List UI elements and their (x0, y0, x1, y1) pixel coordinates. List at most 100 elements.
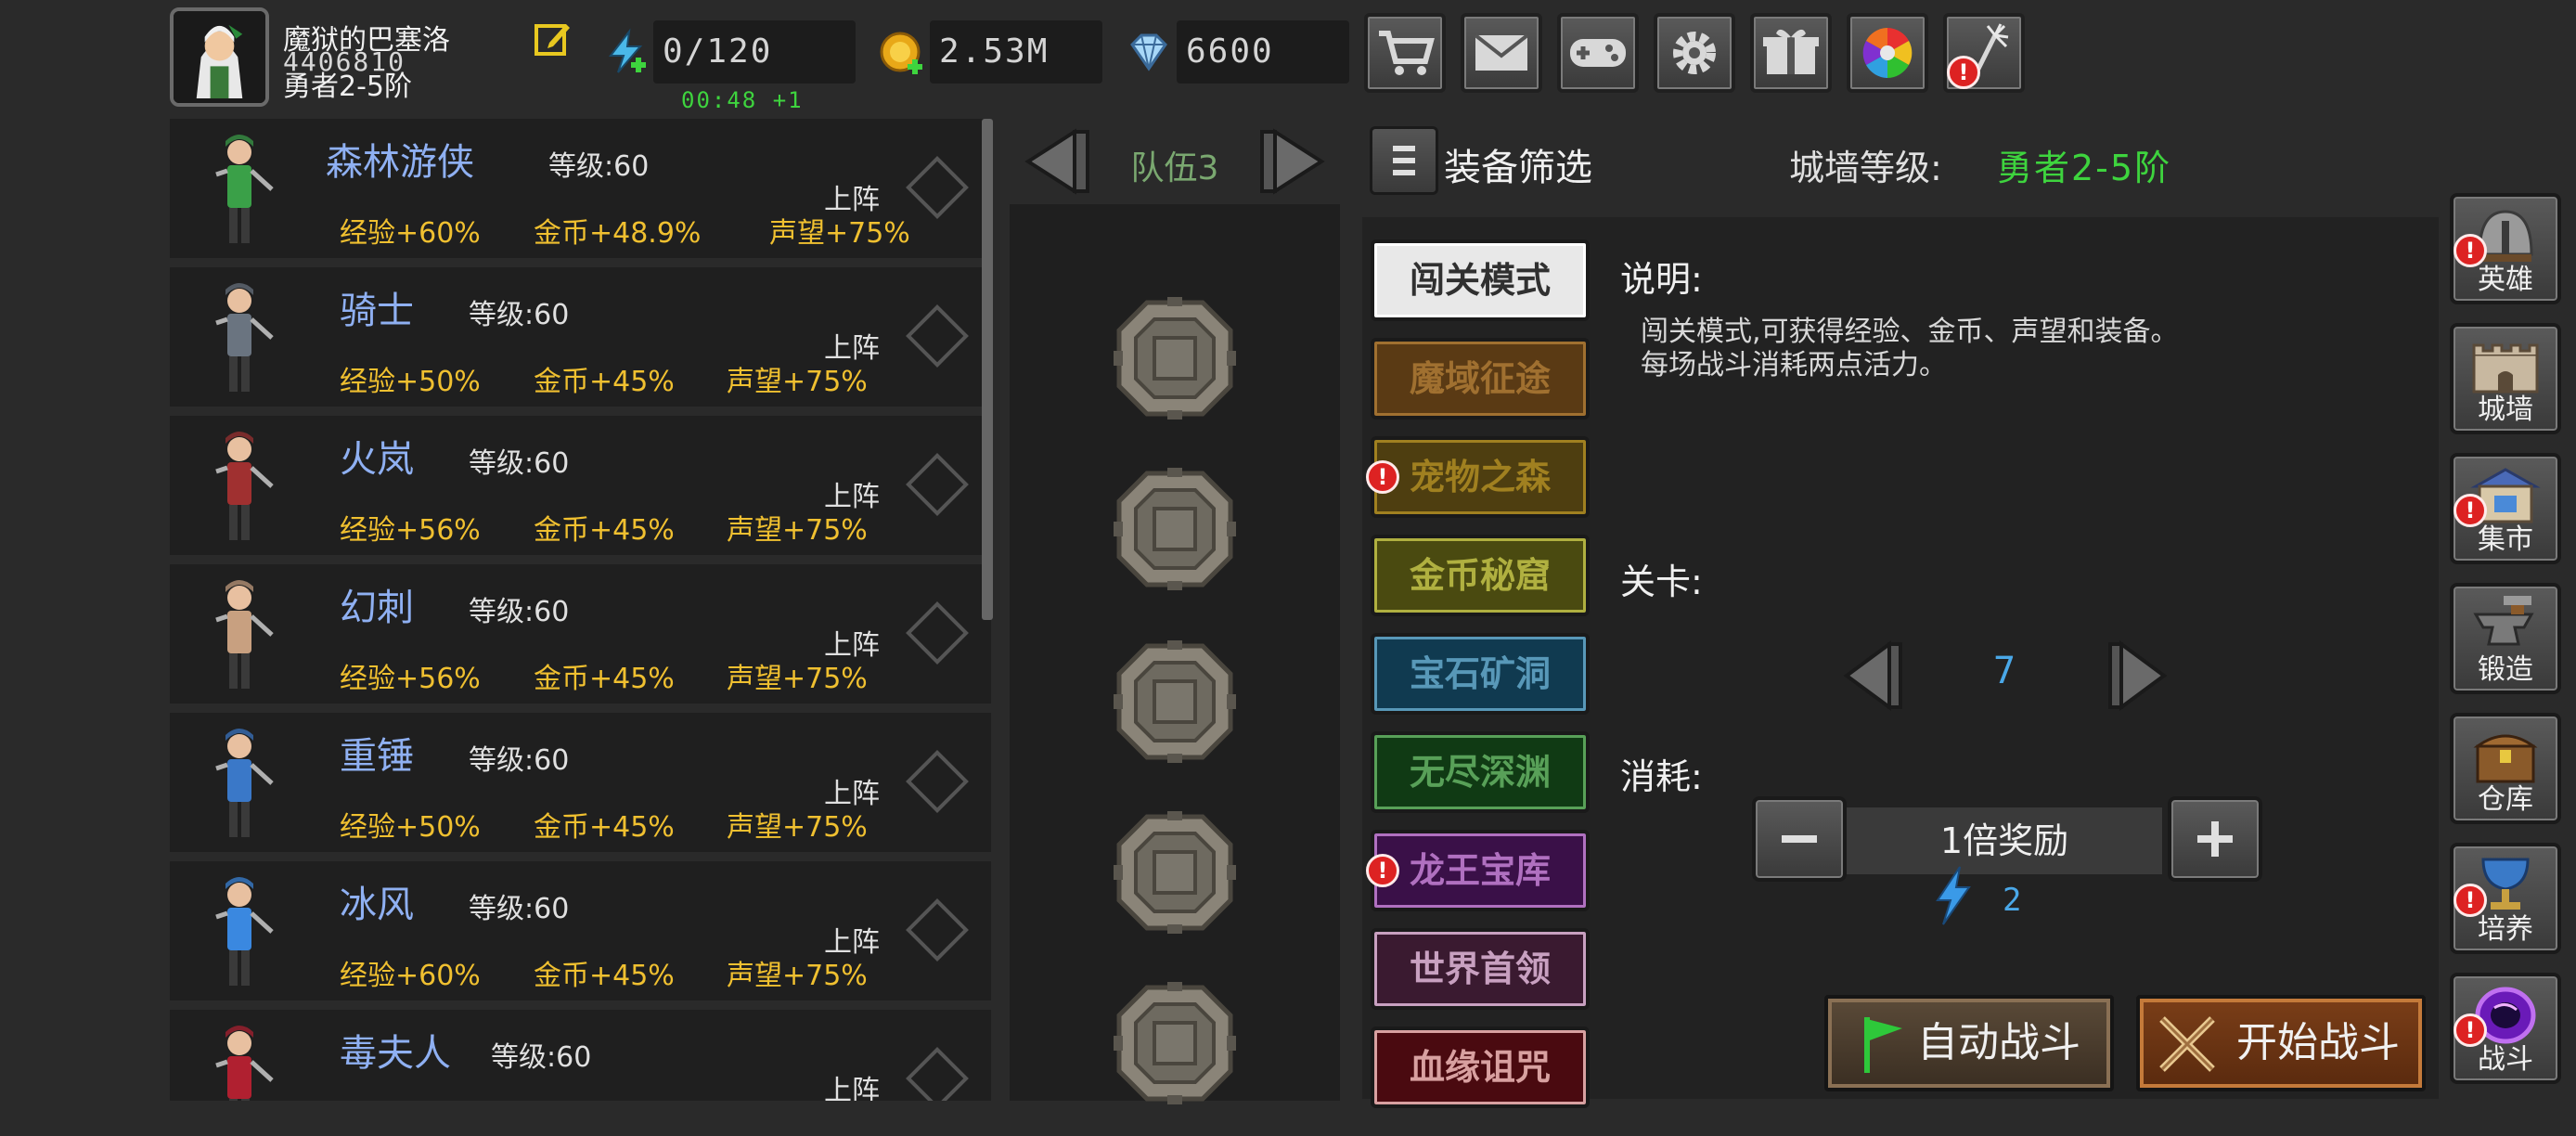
hero-name: 毒夫人 (340, 1032, 451, 1075)
hero-row[interactable]: 骑士 等级:60 经验+50% 金币+45% 声望+75% 上阵 (170, 267, 991, 407)
flag-icon (1864, 1017, 1902, 1073)
team-slot[interactable] (1110, 978, 1240, 1108)
hero-row[interactable]: 火岚 等级:60 经验+56% 金币+45% 声望+75% 上阵 (170, 416, 991, 555)
edit-icon (535, 24, 570, 56)
hero-level: 等级:60 (469, 447, 570, 480)
settings-button[interactable] (1654, 13, 1735, 93)
gear-icon (1673, 32, 1716, 74)
gift-button[interactable] (1750, 13, 1832, 93)
side-nav-market[interactable]: 集市! (2450, 453, 2561, 564)
next-stage-button[interactable] (2103, 637, 2173, 715)
deploy-label[interactable]: 上阵 (824, 176, 880, 217)
start-battle-button[interactable]: 开始战斗 (2136, 995, 2426, 1091)
hero-row[interactable]: 幻刺 等级:60 经验+56% 金币+45% 声望+75% 上阵 (170, 564, 991, 704)
hero-row[interactable]: 冰风 等级:60 经验+60% 金币+45% 声望+75% 上阵 (170, 861, 991, 1000)
increase-multiplier-button[interactable] (2168, 796, 2262, 882)
next-team-button[interactable] (1255, 119, 1340, 204)
hero-level: 等级:60 (491, 1041, 592, 1074)
arrow-left-icon (1024, 128, 1089, 195)
mode-button[interactable]: 金币秘窟 (1371, 535, 1590, 616)
deploy-diamond-icon[interactable] (906, 750, 969, 813)
side-nav-anvil[interactable]: 锻造 (2450, 583, 2561, 694)
arrow-left-icon (1843, 640, 1902, 711)
deploy-label[interactable]: 上阵 (824, 473, 880, 514)
start-battle-label: 开始战斗 (2236, 1019, 2400, 1066)
mode-button[interactable]: 无尽深渊 (1371, 731, 1590, 813)
hero-gold-bonus: 金币+45% (534, 514, 675, 547)
color-wheel-button[interactable] (1847, 13, 1928, 93)
side-nav-helmet[interactable]: 英雄! (2450, 193, 2561, 304)
hero-portrait-icon (188, 277, 290, 397)
color-wheel-icon (1862, 28, 1913, 78)
hero-level: 等级:60 (469, 596, 570, 628)
equipment-filter-button[interactable] (1370, 126, 1438, 195)
deploy-diamond-icon[interactable] (906, 1047, 969, 1101)
stage-label: 关卡: (1620, 562, 1703, 602)
deploy-label[interactable]: 上阵 (824, 919, 880, 960)
empty-slot-icon (1114, 982, 1236, 1104)
team-slots-panel (1010, 119, 1340, 1101)
mode-label: 魔域征途 (1409, 358, 1551, 399)
deploy-label[interactable]: 上阵 (824, 325, 880, 366)
side-nav-portal[interactable]: 战斗! (2450, 973, 2561, 1084)
player-avatar[interactable] (170, 7, 269, 107)
prev-stage-button[interactable] (1837, 637, 1908, 715)
wall-level-label: 城墙等级: (1789, 148, 1942, 188)
hero-gold-bonus: 金币+45% (534, 811, 675, 844)
hero-portrait-icon (188, 425, 290, 546)
hero-exp-bonus: 经验+60% (340, 217, 481, 250)
shop-button[interactable] (1364, 13, 1446, 93)
mode-button[interactable]: 宝石矿洞 (1371, 633, 1590, 715)
side-nav-label: 城墙 (2478, 394, 2533, 426)
stage-number: 7 (1992, 650, 2016, 692)
decrease-multiplier-button[interactable] (1752, 796, 1847, 882)
mode-button[interactable]: 魔域征途 (1371, 338, 1590, 420)
mail-button[interactable] (1461, 13, 1542, 93)
hero-row[interactable]: 毒夫人 等级:60 上阵 (170, 1010, 991, 1101)
hero-exp-bonus: 经验+60% (340, 960, 481, 992)
mode-button[interactable]: 血缘诅咒 (1371, 1026, 1590, 1108)
side-nav-chest[interactable]: 仓库 (2450, 713, 2561, 824)
hero-gold-bonus: 金币+45% (534, 663, 675, 695)
deploy-diamond-icon[interactable] (906, 601, 969, 665)
side-nav-chalice[interactable]: 培养! (2450, 843, 2561, 954)
side-nav-alert-icon: ! (2454, 1013, 2487, 1047)
deploy-diamond-icon[interactable] (906, 453, 969, 516)
hero-row[interactable]: 重锤 等级:60 经验+50% 金币+45% 声望+75% 上阵 (170, 713, 991, 852)
side-nav-label: 锻造 (2478, 653, 2533, 686)
energy-cost-icon (1932, 865, 1975, 926)
team-slot[interactable] (1110, 293, 1240, 423)
deploy-label[interactable]: 上阵 (824, 622, 880, 663)
mode-label: 血缘诅咒 (1409, 1047, 1551, 1088)
deploy-diamond-icon[interactable] (906, 898, 969, 962)
deploy-label[interactable]: 上阵 (824, 770, 880, 811)
hero-name: 冰风 (340, 884, 414, 926)
auto-battle-button[interactable]: 自动战斗 (1824, 995, 2114, 1091)
gamepad-button[interactable] (1557, 13, 1639, 93)
deploy-diamond-icon[interactable] (906, 156, 969, 219)
mode-button[interactable]: 闯关模式 (1371, 239, 1590, 321)
gamepad-icon (1570, 39, 1626, 67)
hero-list-scrollbar[interactable] (982, 119, 993, 620)
edit-name-button[interactable] (533, 19, 573, 59)
team-slot[interactable] (1110, 807, 1240, 937)
hero-list[interactable]: 森林游侠 等级:60 经验+60% 金币+48.9% 声望+75% 上阵 骑士 等级:60 经验… (170, 119, 991, 1101)
prev-team-button[interactable] (1010, 119, 1095, 204)
side-nav-castle[interactable]: 城墙 (2450, 323, 2561, 434)
deploy-label[interactable]: 上阵 (824, 1067, 880, 1101)
hero-exp-bonus: 经验+50% (340, 366, 481, 398)
side-nav-alert-icon: ! (2454, 884, 2487, 917)
description-heading: 说明: (1620, 259, 1703, 300)
team-slot[interactable] (1110, 637, 1240, 767)
hero-portrait-icon (188, 128, 290, 249)
hero-row[interactable]: 森林游侠 等级:60 经验+60% 金币+48.9% 声望+75% 上阵 (170, 119, 991, 258)
deploy-diamond-icon[interactable] (906, 304, 969, 368)
mode-button[interactable]: 世界首领 (1371, 928, 1590, 1010)
energy-cost-value: 2 (2003, 882, 2022, 919)
mode-button[interactable]: 宠物之森 (1371, 436, 1590, 518)
hero-level: 等级:60 (469, 299, 570, 331)
team-slot[interactable] (1110, 464, 1240, 594)
mode-button[interactable]: 龙王宝库 (1371, 830, 1590, 911)
mode-label: 金币秘窟 (1409, 555, 1551, 596)
mode-description: 闯关模式,可获得经验、金币、声望和装备。 每场战斗消耗两点活力。 (1641, 316, 2179, 382)
